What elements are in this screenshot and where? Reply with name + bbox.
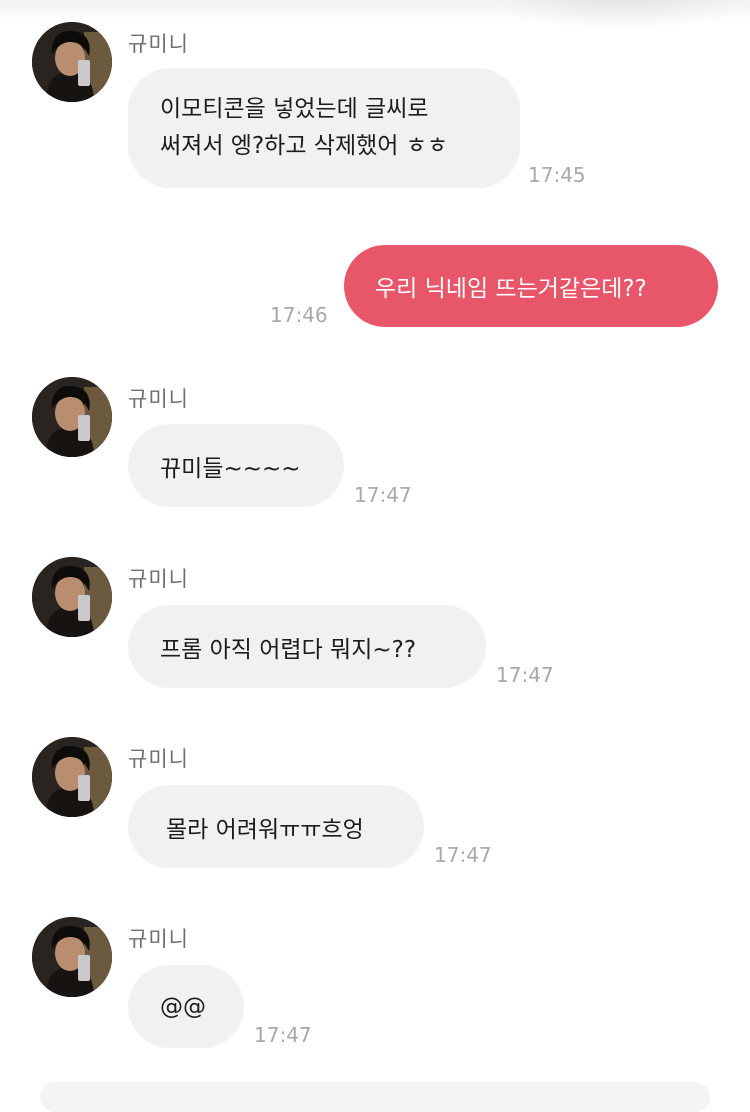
sender-name: 규미니 <box>128 567 189 591</box>
message-text: 프롬 아직 어렵다 뭐지~?? <box>160 636 417 663</box>
avatar-image <box>32 377 112 457</box>
avatar-image <box>32 22 112 102</box>
message-timestamp: 17:47 <box>254 1023 312 1047</box>
sender-avatar[interactable] <box>32 917 112 997</box>
sender-avatar[interactable] <box>32 377 112 457</box>
message-timestamp: 17:45 <box>528 163 586 187</box>
message-text-line: 써져서 엥?하고 삭제했어 ㅎㅎ <box>160 133 449 159</box>
message-bubble-incoming[interactable]: 몰라 어려워ㅠㅠ흐엉 <box>128 785 424 868</box>
message-timestamp: 17:47 <box>354 483 412 507</box>
sender-avatar[interactable] <box>32 557 112 637</box>
message-timestamp: 17:46 <box>270 303 328 327</box>
top-shadow <box>490 0 750 30</box>
avatar-image <box>32 737 112 817</box>
message-text-line: 이모티콘을 넣었는데 글씨로 <box>160 96 429 122</box>
sender-name: 규미니 <box>128 747 189 771</box>
sender-name: 규미니 <box>128 32 189 56</box>
message-text: 우리 닉네임 뜨는거같은데?? <box>375 276 647 302</box>
avatar-image <box>32 917 112 997</box>
message-text: @@ <box>160 993 206 1020</box>
message-bubble-incoming[interactable]: @@ <box>128 965 244 1048</box>
message-timestamp: 17:47 <box>434 843 492 867</box>
avatar-image <box>32 557 112 637</box>
sender-avatar[interactable] <box>32 22 112 102</box>
sender-name: 규미니 <box>128 387 189 411</box>
message-text: 몰라 어려워ㅠㅠ흐엉 <box>166 816 364 843</box>
message-bubble-incoming[interactable]: 프롬 아직 어렵다 뭐지~?? <box>128 605 486 688</box>
message-input-edge[interactable] <box>40 1082 710 1112</box>
message-bubble-incoming[interactable]: 이모티콘을 넣었는데 글씨로 써져서 엥?하고 삭제했어 ㅎㅎ <box>128 68 520 188</box>
message-timestamp: 17:47 <box>496 663 554 687</box>
sender-name: 규미니 <box>128 927 189 951</box>
message-bubble-incoming[interactable]: 뀨미들~~~~ <box>128 424 344 507</box>
sender-avatar[interactable] <box>32 737 112 817</box>
message-bubble-outgoing[interactable]: 우리 닉네임 뜨는거같은데?? <box>344 245 718 327</box>
message-text: 뀨미들~~~~ <box>160 455 301 482</box>
